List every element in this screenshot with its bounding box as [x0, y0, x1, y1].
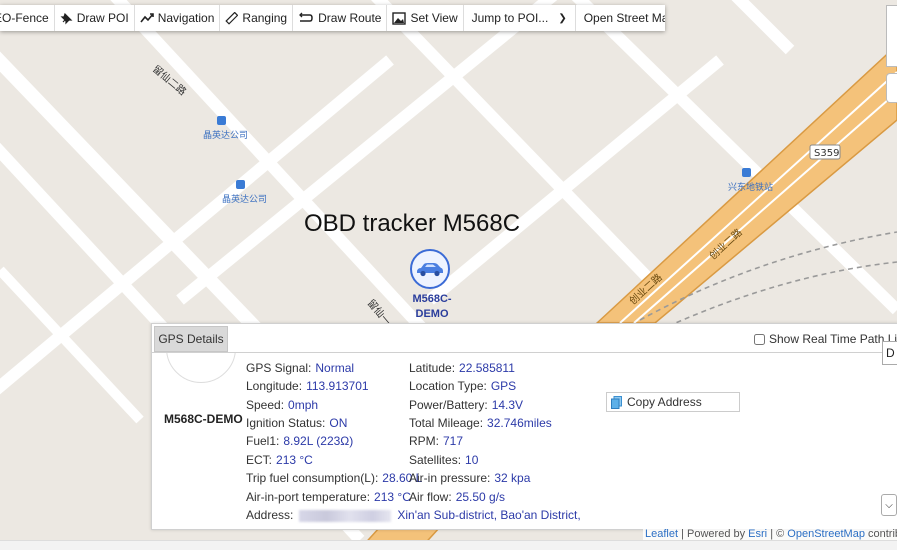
- road-badge-s359: S359: [809, 144, 841, 160]
- ignition-row: Ignition Status: ON: [246, 416, 348, 430]
- realtime-path-checkbox[interactable]: [754, 333, 765, 345]
- realtime-path-label: Show Real Time Path Line: [769, 332, 897, 346]
- powered-by-text: Powered by: [687, 528, 746, 540]
- device-name: M568C-DEMO: [164, 412, 243, 426]
- redacted-address: [299, 509, 392, 522]
- vehicle-marker[interactable]: [410, 249, 450, 289]
- map-source-label: Open Street Map: [583, 11, 665, 25]
- gps-details-panel: GPS Details Show Real Time Path Line M56…: [151, 323, 897, 530]
- toolbar-label-geofence: EO-Fence: [0, 11, 49, 25]
- leaflet-link[interactable]: Leaflet: [645, 528, 678, 540]
- osm-link[interactable]: OpenStreetMap: [787, 528, 865, 540]
- route-icon: [299, 12, 313, 22]
- layer-control[interactable]: [886, 73, 897, 103]
- details-body: M568C-DEMO GPS Signal: Normal Longitude: 1…: [152, 353, 897, 529]
- pin-icon: [60, 12, 73, 24]
- side-panel-button[interactable]: D: [882, 341, 897, 365]
- picture-icon: [392, 11, 407, 25]
- trip-fuel-row: Trip fuel consumption(L): 28.60 L: [246, 471, 423, 485]
- satellites-row: Satellites: 10: [409, 453, 479, 467]
- draw-poi-button[interactable]: Draw POI: [55, 5, 135, 31]
- toolbar-label-navigation: Navigation: [157, 11, 215, 25]
- ruler-icon: [225, 11, 239, 25]
- toolbar-label-set-view: Set View: [410, 11, 458, 25]
- air-in-temp-row: Air-in-port temperature: 213 °C: [246, 490, 411, 504]
- vehicle-marker-label: M568C-DEMO: [412, 293, 452, 320]
- toolbar-label-draw-route: Draw Route: [318, 11, 382, 25]
- location-type-row: Location Type: GPS: [409, 379, 517, 393]
- metro-station-label: 兴东地铁站: [728, 181, 773, 193]
- air-flow-row: Air flow: 25.50 g/s: [409, 490, 506, 504]
- copyright-symbol: ©: [776, 528, 785, 540]
- map-toolbar: EO-Fence Draw POI Navigation Ranging Dra…: [0, 5, 665, 31]
- chevron-down-icon: ❯: [558, 12, 567, 24]
- longitude-row: Longitude: 113.913701: [246, 379, 369, 393]
- set-view-button[interactable]: Set View: [387, 5, 464, 31]
- gps-signal-row: GPS Signal: Normal: [246, 361, 355, 375]
- bus-stop-2-label: 晶英达公司: [222, 193, 267, 205]
- realtime-path-toggle[interactable]: Show Real Time Path Line: [754, 332, 897, 346]
- contributors-text: contrib: [868, 528, 897, 540]
- toolbar-label-draw-poi: Draw POI: [76, 11, 129, 25]
- device-avatar: [166, 353, 236, 383]
- map-attribution: Leaflet | Powered by Esri | © OpenStreet…: [643, 528, 897, 540]
- power-row: Power/Battery: 14.3V: [409, 398, 524, 412]
- esri-link[interactable]: Esri: [748, 528, 767, 540]
- navigation-icon: [140, 13, 154, 23]
- tab-gps-details[interactable]: GPS Details: [154, 326, 228, 352]
- latitude-row: Latitude: 22.585811: [409, 361, 515, 375]
- road-badge-text: S359: [814, 148, 839, 159]
- map-title: OBD tracker M568C: [304, 210, 521, 237]
- map-source-select[interactable]: Open Street Map ❯: [576, 5, 665, 31]
- ect-row: ECT: 213 °C: [246, 453, 313, 467]
- navigation-button[interactable]: Navigation: [135, 5, 221, 31]
- zoom-control[interactable]: [886, 5, 897, 67]
- rpm-row: RPM: 717: [409, 434, 464, 448]
- draw-route-button[interactable]: Draw Route: [293, 5, 388, 31]
- jump-to-poi-select[interactable]: Jump to POI... ❯: [464, 5, 576, 31]
- car-icon: [417, 263, 443, 277]
- mileage-row: Total Mileage: 32.746miles: [409, 416, 552, 430]
- jump-to-poi-label: Jump to POI...: [471, 11, 549, 25]
- address-row: Address: Xin'an Sub-district, Bao'an Dist…: [246, 508, 581, 522]
- geofence-button[interactable]: EO-Fence: [0, 5, 55, 31]
- ranging-button[interactable]: Ranging: [220, 5, 294, 31]
- scroll-down-button[interactable]: ⌵: [881, 494, 897, 516]
- air-pressure-row: Air-in pressure: 32 kpa: [409, 471, 531, 485]
- copy-address-button[interactable]: Copy Address: [606, 392, 740, 412]
- bus-stop-1-label: 晶英达公司: [203, 129, 248, 141]
- fuel-row: Fuel1: 8.92L (223Ω): [246, 434, 354, 448]
- copy-icon: [611, 395, 622, 409]
- copy-address-label: Copy Address: [627, 395, 702, 409]
- toolbar-label-ranging: Ranging: [242, 11, 288, 25]
- speed-row: Speed: 0mph: [246, 398, 319, 412]
- chevron-down-icon: ⌵: [885, 499, 893, 511]
